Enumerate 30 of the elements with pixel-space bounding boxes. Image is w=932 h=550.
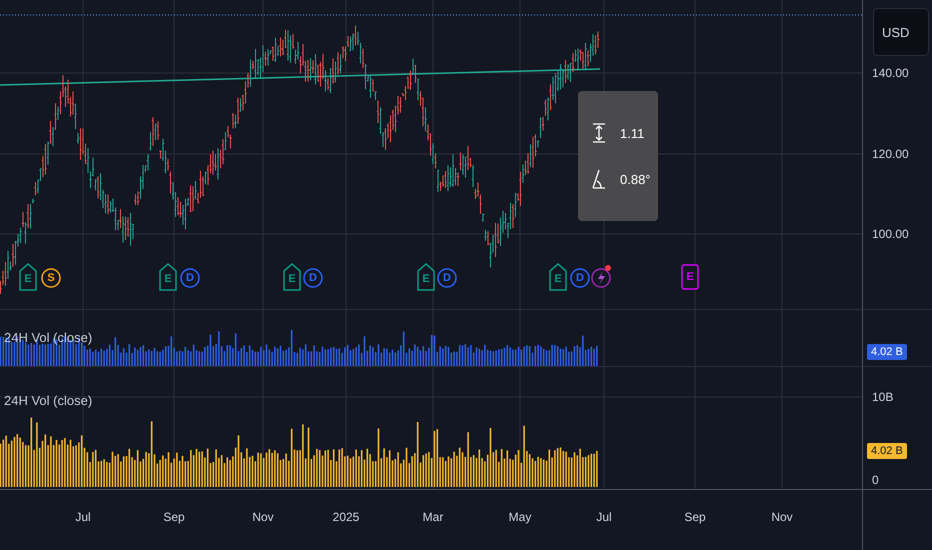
- date-label: 2025: [332, 510, 360, 524]
- date-label: Jul: [75, 510, 91, 524]
- measure-value: 1.11: [620, 126, 644, 140]
- height-range-icon: [592, 123, 606, 143]
- price-label: 120.00: [872, 147, 909, 161]
- trend-line[interactable]: [0, 68, 600, 86]
- date-label: Sep: [163, 510, 185, 524]
- date-label: Jul: [596, 510, 612, 524]
- measure-value: 0.88°: [620, 172, 651, 186]
- price-label: 100.00: [872, 227, 909, 241]
- earnings-marker[interactable]: E: [18, 262, 38, 292]
- currency-button[interactable]: USD: [873, 8, 929, 56]
- volume-badge: 4.02 B: [867, 443, 907, 459]
- pane-title: 24H Vol (close): [4, 393, 92, 408]
- volume-label: 0: [872, 473, 879, 487]
- upcoming-earnings-marker[interactable]: E: [680, 262, 700, 292]
- volume-badge: 4.02 B: [867, 344, 907, 360]
- date-label: Mar: [422, 510, 444, 524]
- angle-icon: [592, 169, 606, 189]
- price-label: 140.00: [872, 66, 909, 80]
- earnings-marker[interactable]: E: [548, 262, 568, 292]
- date-label: Nov: [771, 510, 793, 524]
- volume-label: 10B: [872, 390, 894, 404]
- pane-title: 24H Vol (close): [4, 330, 92, 345]
- earnings-marker[interactable]: E: [416, 262, 436, 292]
- earnings-marker[interactable]: E: [158, 262, 178, 292]
- date-label: Nov: [252, 510, 274, 524]
- date-label: May: [508, 510, 532, 524]
- date-label: Sep: [684, 510, 706, 524]
- earnings-marker[interactable]: E: [282, 262, 302, 292]
